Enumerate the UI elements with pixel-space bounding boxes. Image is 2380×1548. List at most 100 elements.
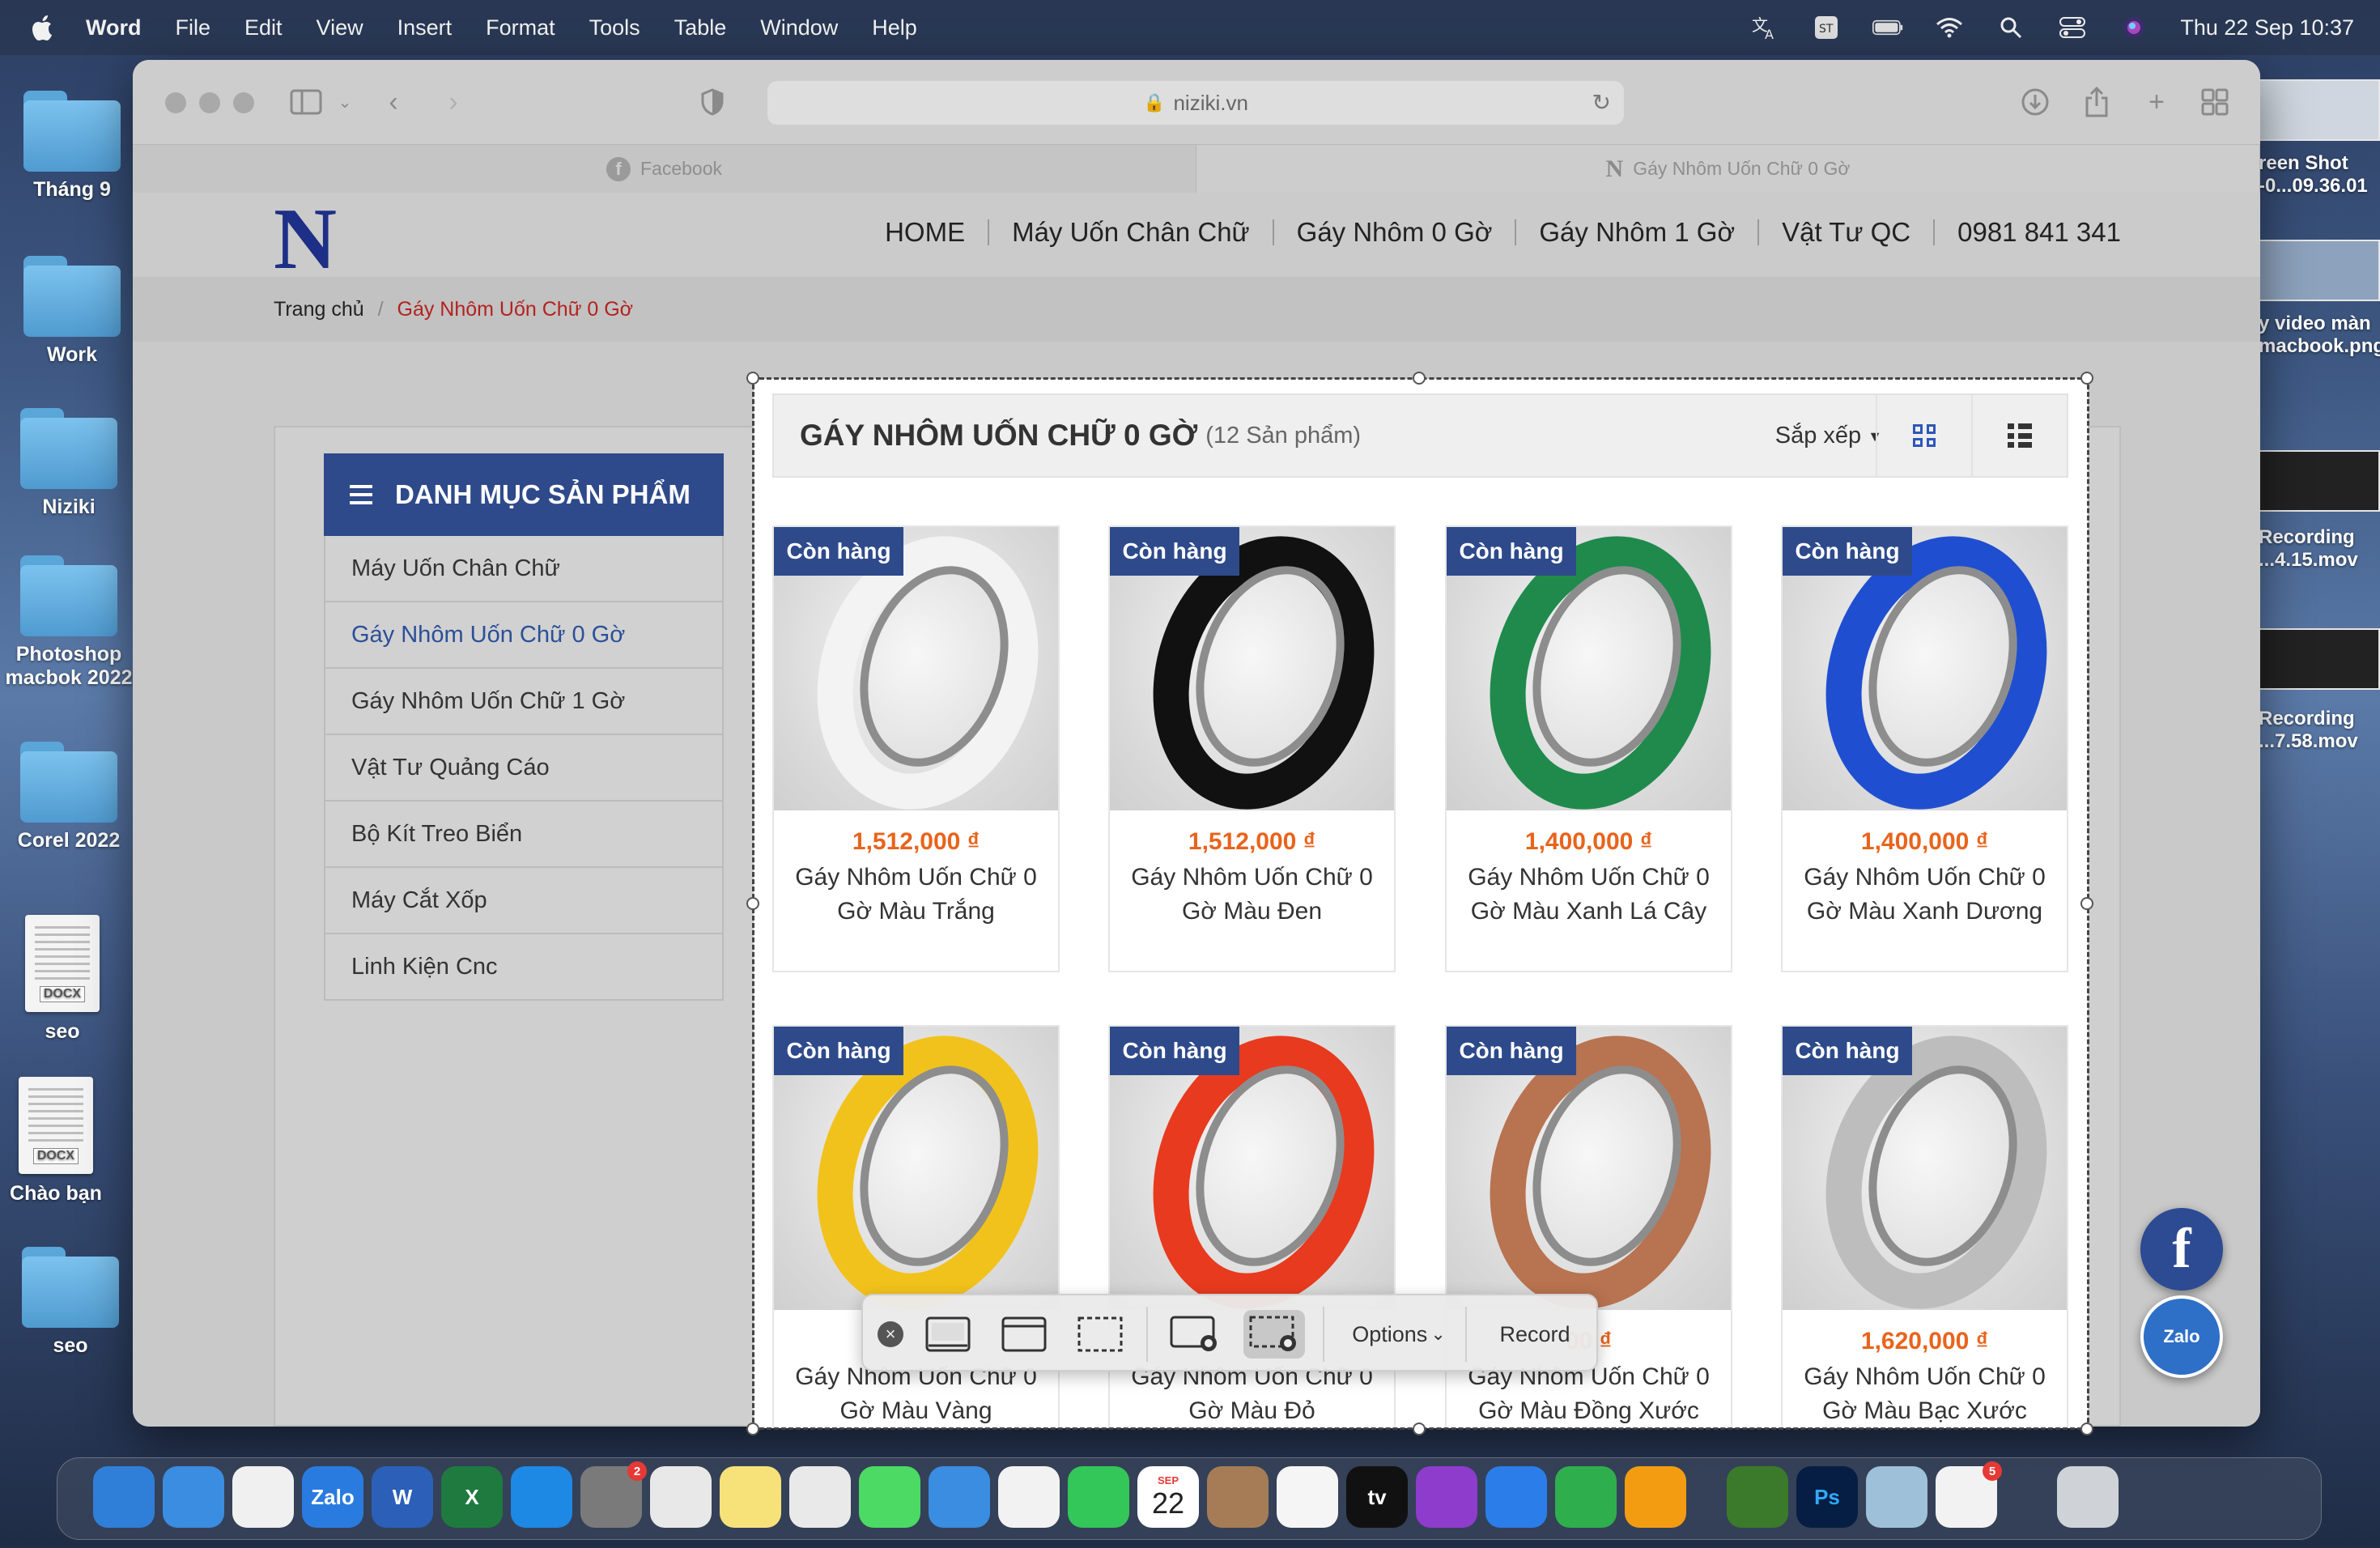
sidebar-item-gay-nhom-1-go[interactable]: Gáy Nhôm Uốn Chữ 1 Gờ <box>324 669 724 735</box>
nav-may-uon-chan-chu[interactable]: Máy Uốn Chân Chữ <box>1012 217 1250 248</box>
tab-overview-icon[interactable] <box>2197 84 2233 120</box>
resize-handle[interactable] <box>1413 1423 1426 1435</box>
tab-facebook[interactable]: f Facebook <box>133 145 1196 193</box>
wifi-icon[interactable] <box>1934 15 1965 40</box>
product-name[interactable]: Gáy Nhôm Uốn Chữ 0 Gờ Màu Đen <box>1121 861 1383 929</box>
apple-menu-icon[interactable] <box>31 14 57 41</box>
menu-help[interactable]: Help <box>872 15 917 40</box>
nav-gay-nhom-1-go[interactable]: Gáy Nhôm 1 Gờ <box>1539 217 1735 248</box>
menu-file[interactable]: File <box>176 15 211 40</box>
product-name[interactable]: Gáy Nhôm Uốn Chữ 0 Gờ Màu Bạc Xước <box>1794 1360 2055 1428</box>
word-icon[interactable]: W <box>372 1466 433 1528</box>
resize-handle[interactable] <box>746 897 759 910</box>
resize-handle[interactable] <box>746 372 759 385</box>
desktop-file-recording-2[interactable]: Recording ...7.58.mov <box>2259 628 2380 753</box>
forward-arrow-icon[interactable]: › <box>436 84 471 120</box>
resize-handle[interactable] <box>2080 897 2093 910</box>
desktop-folder-corel[interactable]: Corel 2022 <box>0 742 138 853</box>
new-tab-icon[interactable]: + <box>2139 84 2174 120</box>
safari-icon[interactable] <box>163 1466 224 1528</box>
desktop-folder-photoshop[interactable]: Photoshop macbok 2022 <box>0 555 138 690</box>
sidebar-toggle-icon[interactable] <box>288 84 324 120</box>
tab-gay-nhom[interactable]: N Gáy Nhôm Uốn Chữ 0 Gờ <box>1196 145 2260 193</box>
app-store-icon[interactable] <box>511 1466 572 1528</box>
zalo-icon[interactable]: Zalo <box>302 1466 363 1528</box>
product-card[interactable]: Còn hàng 1,400,000 ₫ Gáy Nhôm Uốn Chữ 0 Gờ… <box>1781 525 2068 972</box>
product-card[interactable]: Còn hàng 1,512,000 ₫ Gáy Nhôm Uốn Chữ 0 Gờ… <box>772 525 1060 972</box>
menu-window[interactable]: Window <box>760 15 838 40</box>
resize-handle[interactable] <box>2080 372 2093 385</box>
zalo-chat-button[interactable]: Zalo <box>2140 1295 2223 1378</box>
list-view-button[interactable] <box>1971 395 2067 476</box>
chevron-down-icon[interactable]: ⌄ <box>327 84 363 120</box>
product-name[interactable]: Gáy Nhôm Uốn Chữ 0 Gờ Màu Xanh Lá Cây <box>1458 861 1719 929</box>
desktop-folder-seo[interactable]: seo <box>2 1247 139 1358</box>
facebook-chat-button[interactable]: f <box>2140 1208 2223 1291</box>
nav-phone[interactable]: 0981 841 341 <box>1957 217 2121 248</box>
back-arrow-icon[interactable]: ‹ <box>376 84 411 120</box>
pages-icon[interactable] <box>1625 1466 1686 1528</box>
photos-icon[interactable] <box>998 1466 1060 1528</box>
record-selection-button[interactable] <box>1243 1310 1305 1359</box>
capture-selection-button[interactable] <box>1072 1310 1128 1359</box>
download-icon[interactable] <box>2017 84 2053 120</box>
keynote-icon[interactable] <box>1485 1466 1547 1528</box>
desktop-file-video-png[interactable]: y video màn macbook.png <box>2259 240 2380 358</box>
capture-entire-screen-button[interactable] <box>920 1310 976 1359</box>
notes-icon[interactable] <box>720 1466 781 1528</box>
minimize-window-button[interactable] <box>199 92 220 113</box>
excel-icon[interactable]: X <box>441 1466 503 1528</box>
sort-dropdown[interactable]: Sắp xếp ▼ <box>1775 423 1882 449</box>
search-icon[interactable] <box>1995 15 2026 40</box>
trash-icon[interactable] <box>2057 1466 2119 1528</box>
input-method-icon[interactable]: ST <box>1811 15 1842 40</box>
product-card[interactable]: Còn hàng 1,512,000 ₫ Gáy Nhôm Uốn Chữ 0 Gờ… <box>1108 525 1396 972</box>
desktop-folder-thang-9[interactable]: Tháng 9 <box>3 91 141 202</box>
desktop-file-screenshot[interactable]: reen Shot -0...09.36.01 <box>2259 79 2380 198</box>
sidebar-item-vat-tu-quang-cao[interactable]: Vật Tư Quảng Cáo <box>324 735 724 802</box>
desktop-file-recording-1[interactable]: Recording ...4.15.mov <box>2259 450 2380 572</box>
nav-gay-nhom-0-go[interactable]: Gáy Nhôm 0 Gờ <box>1297 217 1493 248</box>
desktop-file-chao-ban-docx[interactable]: DOCX Chào bạn <box>0 1077 125 1206</box>
siri-icon[interactable] <box>2119 15 2149 40</box>
product-card[interactable]: Còn hàng 1,400,000 ₫ Gáy Nhôm Uốn Chữ 0 Gờ… <box>1445 525 1732 972</box>
nav-home[interactable]: HOME <box>885 217 965 248</box>
site-logo[interactable]: N <box>274 196 337 283</box>
mail-icon[interactable] <box>929 1466 990 1528</box>
shield-icon[interactable] <box>695 84 730 120</box>
sidebar-item-may-cat-xop[interactable]: Máy Cắt Xốp <box>324 868 724 934</box>
menu-table[interactable]: Table <box>674 15 727 40</box>
translate-icon[interactable]: 文A <box>1749 15 1780 40</box>
sidebar-item-bo-kit-treo-bien[interactable]: Bộ Kít Treo Biển <box>324 802 724 868</box>
maps-icon[interactable] <box>650 1466 712 1528</box>
menu-view[interactable]: View <box>317 15 363 40</box>
control-center-icon[interactable] <box>2057 15 2088 40</box>
contacts-icon[interactable] <box>1207 1466 1269 1528</box>
record-button[interactable]: Record <box>1486 1310 1583 1359</box>
menu-edit[interactable]: Edit <box>244 15 283 40</box>
finder-icon[interactable] <box>93 1466 155 1528</box>
system-preferences-icon[interactable]: 2 <box>580 1461 647 1528</box>
menu-insert[interactable]: Insert <box>397 15 453 40</box>
record-entire-screen-button[interactable] <box>1164 1310 1226 1359</box>
pen-app-icon[interactable] <box>1727 1466 1788 1528</box>
product-name[interactable]: Gáy Nhôm Uốn Chữ 0 Gờ Màu Xanh Dương <box>1794 861 2055 929</box>
zoom-window-button[interactable] <box>233 92 254 113</box>
product-name[interactable]: Gáy Nhôm Uốn Chữ 0 Gờ Màu Trắng <box>785 861 1047 929</box>
menu-tools[interactable]: Tools <box>589 15 640 40</box>
launchpad-icon[interactable] <box>789 1466 851 1528</box>
options-dropdown[interactable]: Options ⌄ <box>1342 1310 1456 1359</box>
desktop-file-seo-docx[interactable]: DOCX seo <box>0 915 131 1044</box>
desktop-folder-niziki[interactable]: Niziki <box>0 408 138 519</box>
chrome-icon[interactable] <box>232 1466 294 1528</box>
sidebar-item-may-uon-chan-chu[interactable]: Máy Uốn Chân Chữ <box>324 536 724 602</box>
menu-app-word[interactable]: Word <box>86 15 142 40</box>
url-bar[interactable]: 🔒 niziki.vn ↻ <box>767 81 1624 125</box>
capture-window-button[interactable] <box>996 1310 1052 1359</box>
calendar-icon[interactable]: SEP 22 <box>1137 1466 1199 1528</box>
menubar-clock[interactable]: Thu 22 Sep 10:37 <box>2180 15 2354 40</box>
messages-icon[interactable] <box>859 1466 920 1528</box>
resize-handle[interactable] <box>2080 1423 2093 1435</box>
capture-selection-region[interactable]: GÁY NHÔM UỐN CHỮ 0 GỜ (12 Sản phẩm) Sắp … <box>754 379 2088 1428</box>
resize-handle[interactable] <box>746 1423 759 1435</box>
